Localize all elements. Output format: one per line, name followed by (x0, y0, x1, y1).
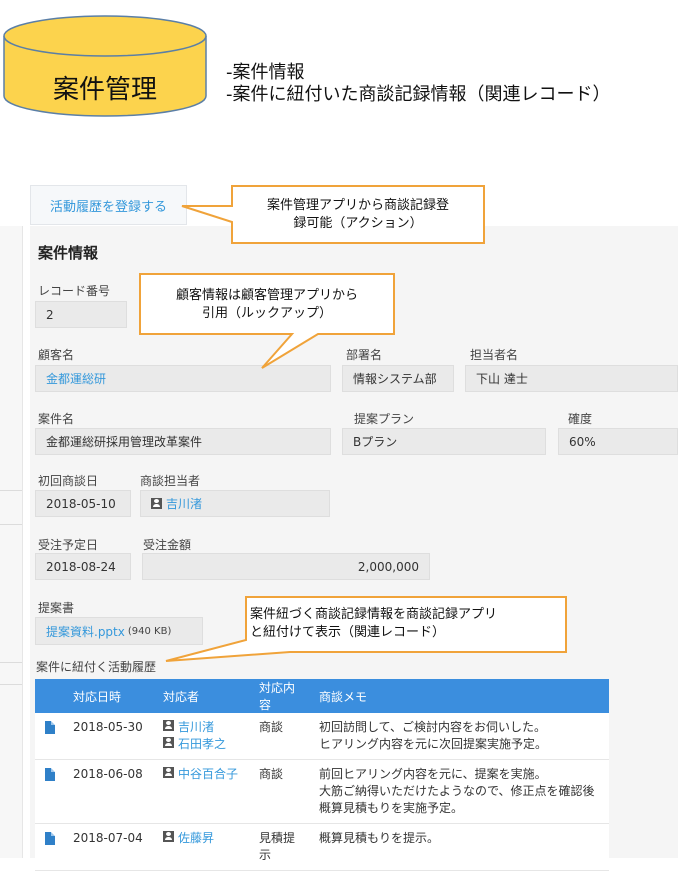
related-records-label: 案件に紐付く活動履歴 (36, 660, 157, 674)
plan-field: Bプラン (342, 428, 546, 455)
row-type: 見積提示 (251, 823, 311, 871)
table-row[interactable]: 2018-05-30 吉川渚 石田孝之 商談 初回訪問して、ご検討内容をお伺いし… (35, 713, 609, 760)
cylinder-label: 案件管理 (53, 75, 157, 105)
prob-field: 60% (558, 428, 678, 455)
memo-line: 概算見積もりを実施予定。 (319, 801, 464, 815)
register-activity-button[interactable]: 活動履歴を登録する (30, 185, 187, 225)
record-detail-icon[interactable] (45, 832, 55, 845)
col-date-header: 対応日時 (65, 679, 155, 713)
callout-line: 顧客情報は顧客管理アプリから (175, 288, 358, 303)
memo-line: 大筋ご納得いただけたようなので、修正点を確認後 (319, 784, 595, 798)
row-type: 商談 (251, 713, 311, 760)
record-detail-icon[interactable] (45, 768, 55, 781)
row-date: 2018-05-30 (65, 713, 155, 760)
record-no-label: レコード番号 (38, 284, 111, 298)
order-date-label: 受注予定日 (38, 538, 99, 552)
desc-line-2: -案件に紐付いた商談記録情報（関連レコード） (226, 84, 611, 105)
person-link[interactable]: 吉川渚 (178, 720, 214, 734)
dept-field: 情報システム部 (342, 365, 454, 392)
row-memo: 初回訪問して、ご検討内容をお伺いした。 ヒアリング内容を元に次回提案実施予定。 (311, 713, 609, 760)
proposal-file-link[interactable]: 提案資料.pptx (46, 623, 125, 640)
row-memo: 前回ヒアリング内容を元に、提案を実施。 大筋ご納得いただけたようなので、修正点を… (311, 759, 609, 824)
case-field: 金都運総研採用管理改革案件 (35, 428, 331, 455)
rep-field: 吉川渚 (140, 490, 330, 517)
row-date: 2018-07-04 (65, 823, 155, 871)
proposal-label: 提案書 (38, 601, 75, 615)
memo-line: 概算見積もりを提示。 (319, 831, 440, 845)
dept-label: 部署名 (346, 348, 383, 362)
callout-line: と紐付けて表示（関連レコード） (250, 625, 446, 640)
person-link[interactable]: 佐藤昇 (178, 831, 214, 845)
table-header-row: 対応日時 対応者 対応内容 商談メモ (35, 679, 609, 713)
callout-line: 録可能（アクション） (293, 216, 423, 231)
owner-label: 担当者名 (470, 348, 519, 362)
desc-line-1: -案件情報 (226, 62, 305, 83)
user-icon (163, 720, 174, 731)
col-type-header: 対応内容 (251, 679, 311, 713)
memo-line: 前回ヒアリング内容を元に、提案を実施。 (319, 767, 547, 781)
callout-lookup-text: 顧客情報は顧客管理アプリから 引用（ルックアップ） (144, 287, 390, 323)
database-cylinder: 案件管理 (2, 14, 208, 118)
row-persons: 中谷百合子 (155, 759, 251, 824)
user-icon (163, 831, 174, 842)
row-persons: 吉川渚 石田孝之 (155, 713, 251, 760)
memo-line: 初回訪問して、ご検討内容をお伺いした。 (319, 720, 547, 734)
rep-name-link[interactable]: 吉川渚 (166, 495, 202, 512)
memo-line: ヒアリング内容を元に次回提案実施予定。 (319, 737, 548, 751)
user-icon (163, 737, 174, 748)
rep-label: 商談担当者 (140, 474, 201, 488)
callout-line: 案件紐づく商談記録情報を商談記録アプリ (250, 607, 498, 622)
amount-field: 2,000,000 (142, 553, 430, 580)
person-link[interactable]: 石田孝之 (178, 737, 226, 751)
customer-field[interactable]: 金都運総研 (35, 365, 331, 392)
proposal-file-size: (940 KB) (127, 625, 172, 637)
first-date-label: 初回商談日 (38, 474, 99, 488)
section-title: 案件情報 (38, 244, 99, 262)
row-date: 2018-06-08 (65, 759, 155, 824)
cylinder-shape: 案件管理 (3, 15, 207, 117)
prob-label: 確度 (568, 412, 593, 426)
first-date-field: 2018-05-10 (35, 490, 131, 517)
user-icon (163, 767, 174, 778)
order-date-field: 2018-08-24 (35, 553, 131, 580)
record-detail-icon[interactable] (45, 721, 55, 734)
customer-label: 顧客名 (38, 348, 75, 362)
related-records-table: 対応日時 対応者 対応内容 商談メモ 2018-05-30 吉川渚 石田孝之 商… (35, 679, 609, 871)
person-link[interactable]: 中谷百合子 (178, 767, 238, 781)
proposal-file-field: 提案資料.pptx (940 KB) (35, 617, 203, 645)
record-no-field: 2 (35, 301, 127, 328)
callout-action-text: 案件管理アプリから商談記録登 録可能（アクション） (236, 197, 480, 233)
case-label: 案件名 (38, 412, 75, 426)
callout-line: 案件管理アプリから商談記録登 (266, 198, 449, 213)
callout-related-text: 案件紐づく商談記録情報を商談記録アプリ と紐付けて表示（関連レコード） (250, 606, 564, 642)
table-row[interactable]: 2018-07-04 佐藤昇 見積提示 概算見積もりを提示。 (35, 823, 609, 871)
col-person-header: 対応者 (155, 679, 251, 713)
col-memo-header: 商談メモ (311, 679, 609, 713)
cylinder-description: -案件情報 -案件に紐付いた商談記録情報（関連レコード） (226, 62, 611, 106)
row-memo: 概算見積もりを提示。 (311, 823, 609, 871)
user-icon (151, 498, 162, 509)
callout-line: 引用（ルックアップ） (201, 306, 332, 321)
owner-field: 下山 達士 (465, 365, 678, 392)
table-row[interactable]: 2018-06-08 中谷百合子 商談 前回ヒアリング内容を元に、提案を実施。 … (35, 759, 609, 824)
row-type: 商談 (251, 759, 311, 824)
left-sidebar-strip (0, 226, 23, 858)
row-persons: 佐藤昇 (155, 823, 251, 871)
amount-label: 受注金額 (143, 538, 192, 552)
plan-label: 提案プラン (354, 412, 415, 426)
